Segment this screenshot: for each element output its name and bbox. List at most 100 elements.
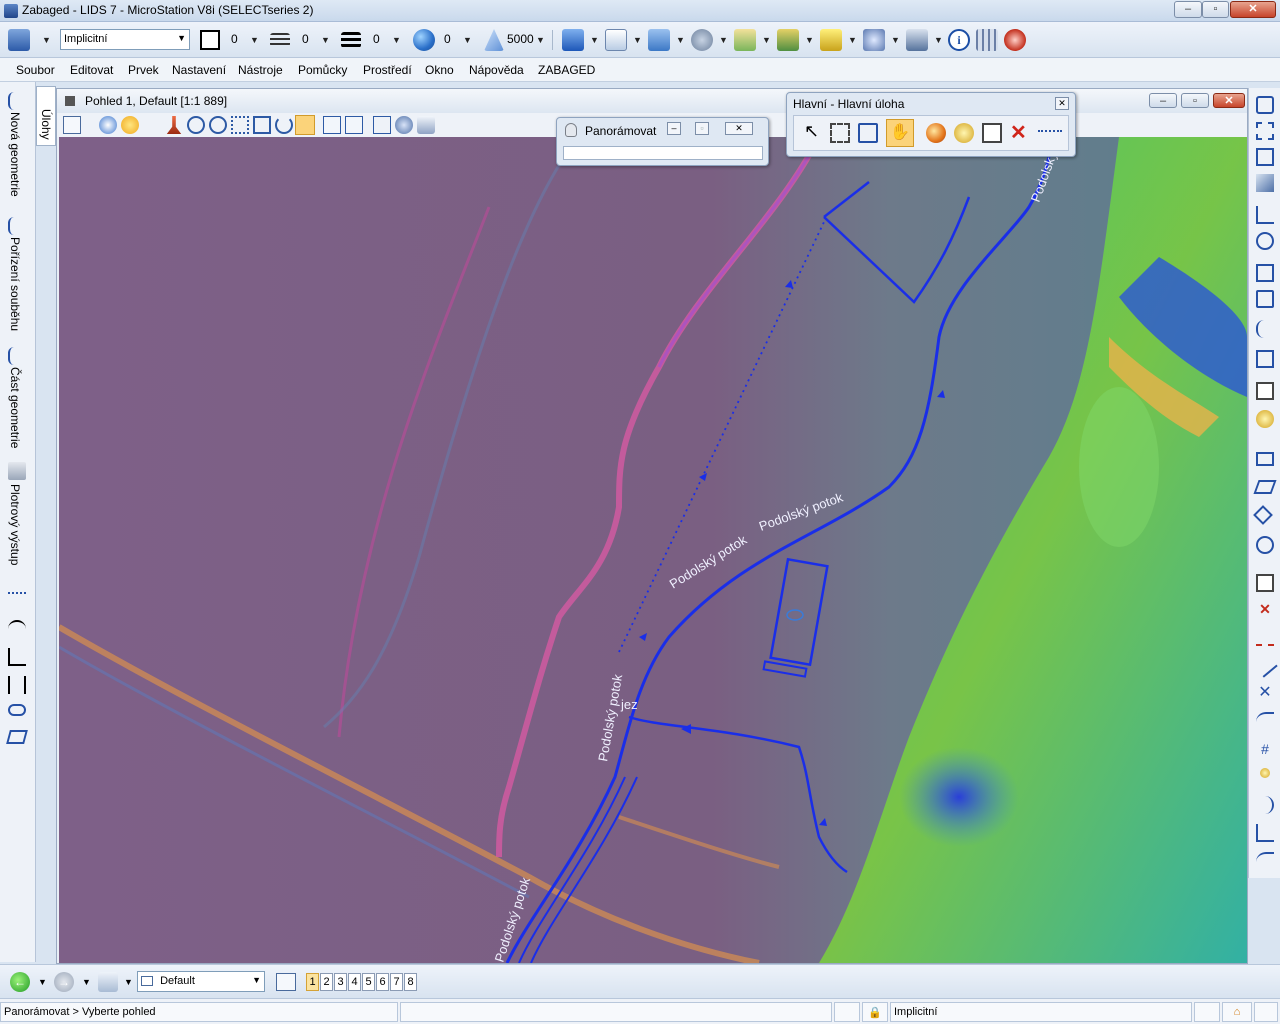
view-maximize-button[interactable]: ▫ [1181, 93, 1209, 108]
delete-icon[interactable]: ✕ [1010, 120, 1027, 145]
fit-icon[interactable] [1256, 382, 1274, 400]
color-swatch-icon[interactable] [200, 30, 220, 50]
pan-maximize-button[interactable]: ▫ [695, 122, 709, 135]
offset-icon[interactable] [1256, 796, 1274, 814]
dimension-tool-icon[interactable] [8, 676, 26, 694]
chevron-down-icon[interactable]: ▼ [463, 35, 472, 45]
view-button-5[interactable]: 5 [362, 973, 375, 991]
menu-napoveda[interactable]: Nápověda [469, 63, 524, 77]
line-style-icon[interactable] [270, 33, 290, 47]
fillet-arc-icon[interactable] [1256, 852, 1274, 870]
info-icon[interactable]: i [948, 29, 970, 51]
view-groups-dialog-icon[interactable] [276, 973, 296, 991]
view-group-combo[interactable]: Default ▼ [137, 971, 265, 992]
pan-close-button[interactable]: ✕ [725, 122, 753, 135]
circles-icon[interactable] [1256, 232, 1274, 250]
intersect-icon[interactable]: ✕ [1256, 684, 1274, 702]
minimize-button[interactable]: – [1174, 1, 1202, 18]
pan-hand-icon[interactable]: ✋ [886, 119, 914, 147]
view-minimize-button[interactable]: – [1149, 93, 1177, 108]
measure-distance-icon[interactable] [1038, 130, 1062, 132]
menu-prostredi[interactable]: Prostředí [363, 63, 412, 77]
view-button-1[interactable]: 1 [306, 973, 319, 991]
view-display-icon[interactable] [98, 972, 118, 992]
angle-tool-icon[interactable] [8, 648, 26, 666]
chevron-down-icon[interactable]: ▼ [934, 35, 943, 45]
menu-nastaveni[interactable]: Nastavení [172, 63, 226, 77]
menu-pomucky[interactable]: Pomůcky [298, 63, 347, 77]
fillet-icon[interactable] [1256, 264, 1274, 282]
partial-geometry-icon[interactable] [8, 347, 26, 365]
fit-view-icon[interactable] [253, 116, 271, 134]
grid-icon[interactable] [976, 29, 998, 51]
tentative-icon[interactable] [1260, 768, 1270, 778]
chevron-down-icon[interactable]: ▼ [719, 35, 728, 45]
snap-mode-icon[interactable] [834, 1002, 860, 1022]
diamond-icon[interactable] [1253, 505, 1273, 525]
clip-volume-icon[interactable] [373, 116, 391, 134]
map-icon[interactable] [734, 29, 756, 51]
arc-icon[interactable] [1256, 712, 1274, 730]
grid-icon[interactable]: # [1256, 740, 1274, 758]
menu-okno[interactable]: Okno [425, 63, 454, 77]
place-line-icon[interactable] [1256, 206, 1274, 224]
window-area-icon[interactable] [231, 116, 249, 134]
level-combo[interactable]: Implicitní ▼ [60, 29, 190, 50]
view-button-4[interactable]: 4 [348, 973, 361, 991]
camera-icon[interactable] [417, 116, 435, 134]
task-plot-output[interactable]: Plotrový výstup [8, 484, 22, 565]
forward-arrow-icon[interactable]: → [54, 972, 74, 992]
rotate-view-icon[interactable] [275, 116, 293, 134]
measure-icon[interactable] [1256, 350, 1274, 368]
trim-icon[interactable] [1256, 628, 1274, 646]
printer-icon[interactable] [8, 462, 26, 480]
scale-icon[interactable] [982, 123, 1002, 143]
extend-icon[interactable] [1256, 574, 1274, 592]
fence-icon[interactable] [1256, 122, 1274, 140]
clip-mask-icon[interactable] [395, 116, 413, 134]
measure-icon[interactable] [906, 29, 928, 51]
maximize-button[interactable]: ▫ [1202, 1, 1229, 18]
chevron-down-icon[interactable]: ▼ [762, 35, 771, 45]
circle-icon[interactable] [1256, 536, 1274, 554]
element-selection-icon[interactable] [1256, 96, 1274, 114]
chevron-down-icon[interactable]: ▼ [124, 977, 133, 987]
view-menu-icon[interactable] [65, 96, 75, 106]
menu-prvek[interactable]: Prvek [128, 63, 159, 77]
arc-tool-icon[interactable] [8, 620, 26, 638]
element-selection-icon[interactable]: ↖ [804, 122, 819, 140]
chevron-down-icon[interactable]: ▼ [42, 35, 51, 45]
chevron-down-icon[interactable]: ▼ [536, 35, 545, 45]
display-style-icon[interactable] [99, 116, 117, 134]
curve-icon[interactable] [1256, 320, 1274, 338]
terrain-map[interactable]: Podolský potok Podolský potok Podolský p… [59, 137, 1247, 963]
chevron-down-icon[interactable]: ▼ [38, 977, 47, 987]
view-button-3[interactable]: 3 [334, 973, 347, 991]
close-button[interactable]: ✕ [1230, 1, 1276, 18]
zoom-out-icon[interactable] [209, 116, 227, 134]
line-icon[interactable] [1252, 652, 1278, 678]
chevron-down-icon[interactable]: ▼ [805, 35, 814, 45]
layers-icon[interactable] [777, 29, 799, 51]
chevron-down-icon[interactable]: ▼ [891, 35, 900, 45]
main-toolbox-close-button[interactable]: ✕ [1055, 97, 1069, 110]
chevron-down-icon[interactable]: ▼ [676, 35, 685, 45]
rectangle-icon[interactable] [1256, 452, 1274, 466]
view-next-icon[interactable] [345, 116, 363, 134]
lighting-icon[interactable] [121, 116, 139, 134]
back-arrow-icon[interactable]: ← [10, 972, 30, 992]
task-parallel-capture[interactable]: Pořízení souběhu [8, 237, 22, 331]
chevron-down-icon[interactable]: ▼ [633, 35, 642, 45]
solid-tool-icon[interactable] [6, 730, 28, 744]
parallel-capture-icon[interactable] [8, 217, 26, 235]
modify-icon[interactable] [1256, 290, 1274, 308]
zoom-in-icon[interactable] [187, 116, 205, 134]
transparency-globe-icon[interactable] [413, 29, 435, 51]
copy-element-icon[interactable] [858, 123, 878, 143]
reference-icon[interactable] [648, 29, 670, 51]
join-icon[interactable] [1256, 824, 1274, 842]
task-partial-geometry[interactable]: Část geometrie [8, 367, 22, 448]
map-canvas[interactable]: Podolský potok Podolský potok Podolský p… [59, 137, 1247, 963]
chevron-down-icon[interactable]: ▼ [590, 35, 599, 45]
save-status-icon[interactable] [1194, 1002, 1220, 1022]
